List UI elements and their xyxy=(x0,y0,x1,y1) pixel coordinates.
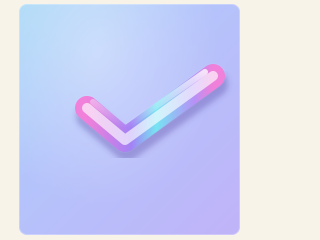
checkmark-icon xyxy=(74,63,228,158)
app-icon-canvas xyxy=(0,0,243,240)
icon-tile xyxy=(19,4,240,235)
